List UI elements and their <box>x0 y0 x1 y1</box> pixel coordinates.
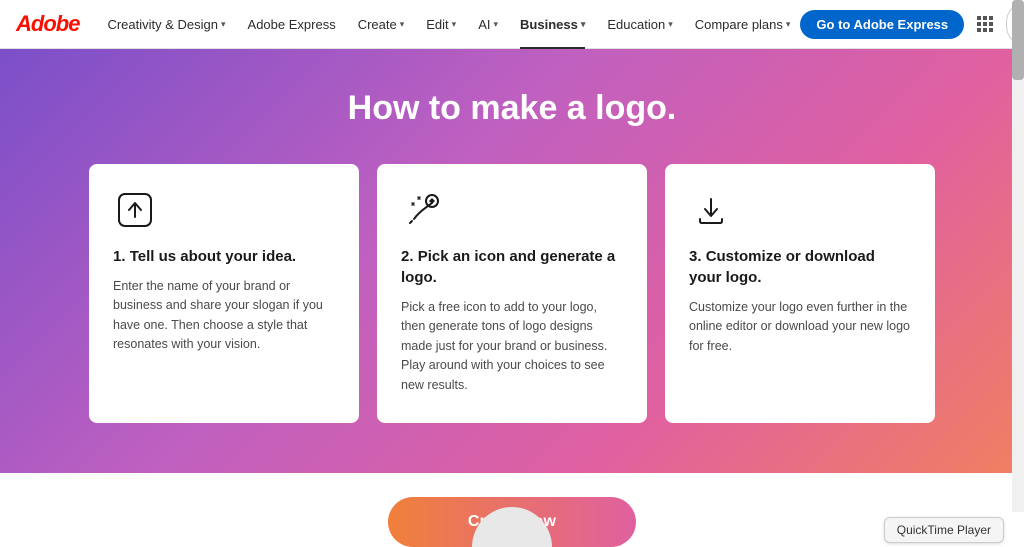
card-2-title: 2. Pick an icon and generate a logo. <box>401 246 623 288</box>
nav-label-express: Adobe Express <box>248 17 336 32</box>
hero-section: How to make a logo. 1. Tell us about you… <box>0 49 1024 473</box>
scrollbar-thumb[interactable] <box>1012 0 1024 80</box>
nav-label-edit: Edit <box>426 17 448 32</box>
nav-label-business: Business <box>520 17 578 32</box>
nav-item-business[interactable]: Business ▾ <box>510 0 595 49</box>
card-1-desc: Enter the name of your brand or business… <box>113 277 335 355</box>
nav-items: Creativity & Design ▾ Adobe Express Crea… <box>97 0 800 49</box>
card-3-desc: Customize your logo even further in the … <box>689 298 911 356</box>
nav-label-education: Education <box>607 17 665 32</box>
nav-item-express[interactable]: Adobe Express <box>238 0 346 49</box>
chevron-down-icon: ▾ <box>668 19 673 30</box>
adobe-logo[interactable]: Adobe <box>16 11 79 37</box>
nav-label-creativity: Creativity & Design <box>107 17 218 32</box>
chevron-down-icon: ▾ <box>452 19 457 30</box>
nav-item-edit[interactable]: Edit ▾ <box>416 0 466 49</box>
nav-label-compare: Compare plans <box>695 17 783 32</box>
navbar: Adobe Creativity & Design ▾ Adobe Expres… <box>0 0 1024 49</box>
magic-icon <box>401 188 445 232</box>
scrollbar[interactable] <box>1012 0 1024 512</box>
nav-item-creativity[interactable]: Creativity & Design ▾ <box>97 0 235 49</box>
apps-grid-icon[interactable] <box>974 10 996 38</box>
nav-item-ai[interactable]: AI ▾ <box>468 0 508 49</box>
nav-right: Go to Adobe Express Sign in <box>800 2 1024 46</box>
upload-icon <box>113 188 157 232</box>
nav-item-create[interactable]: Create ▾ <box>348 0 415 49</box>
go-to-express-button[interactable]: Go to Adobe Express <box>800 10 964 39</box>
chevron-down-icon: ▾ <box>786 19 791 30</box>
hero-title: How to make a logo. <box>348 89 677 128</box>
nav-item-compare[interactable]: Compare plans ▾ <box>685 0 801 49</box>
card-3-title: 3. Customize or download your logo. <box>689 246 911 288</box>
card-2: 2. Pick an icon and generate a logo. Pic… <box>377 164 647 423</box>
card-3: 3. Customize or download your logo. Cust… <box>665 164 935 423</box>
nav-label-ai: AI <box>478 17 490 32</box>
nav-label-create: Create <box>358 17 397 32</box>
download-icon <box>689 188 733 232</box>
chevron-down-icon: ▾ <box>400 19 405 30</box>
bottom-section: Create now QuickTime Player <box>0 473 1024 547</box>
card-1: 1. Tell us about your idea. Enter the na… <box>89 164 359 423</box>
chevron-down-icon: ▾ <box>581 19 586 30</box>
chevron-down-icon: ▾ <box>494 19 499 30</box>
card-1-title: 1. Tell us about your idea. <box>113 246 335 267</box>
quicktime-badge: QuickTime Player <box>884 517 1004 543</box>
chevron-down-icon: ▾ <box>221 19 226 30</box>
nav-item-education[interactable]: Education ▾ <box>597 0 682 49</box>
cards-row: 1. Tell us about your idea. Enter the na… <box>82 164 942 423</box>
card-2-desc: Pick a free icon to add to your logo, th… <box>401 298 623 395</box>
